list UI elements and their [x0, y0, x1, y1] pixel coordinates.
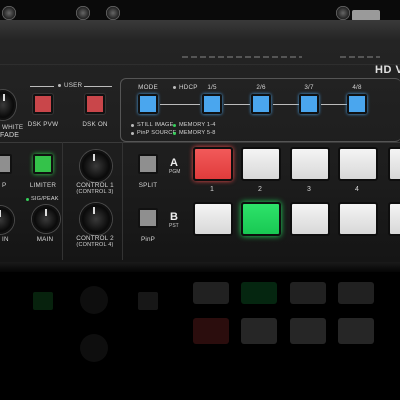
panel-divider — [0, 64, 400, 65]
pst-3-button[interactable] — [290, 202, 330, 236]
dsk-pvw-label: DSK PVW — [27, 121, 59, 128]
row-b-letter: B — [170, 211, 178, 223]
section-divider-vertical — [122, 142, 123, 260]
reflection-green — [241, 282, 277, 304]
reflection-red — [193, 318, 229, 344]
row-b-sub: PST — [169, 223, 179, 229]
memory-1-4-label: MEMORY 1-4 — [179, 122, 216, 128]
audio-input-label: IN — [2, 236, 9, 243]
vent-grille — [182, 56, 302, 58]
reflection-white — [290, 282, 326, 304]
user-title: USER — [64, 82, 83, 89]
mode-label: MODE — [138, 84, 158, 91]
pgm-4-button[interactable] — [338, 147, 378, 181]
limiter-button[interactable] — [33, 154, 53, 174]
sig-peak-label: SIG/PEAK — [31, 196, 59, 202]
memory-rule — [160, 104, 200, 105]
memory-2-6-label: 2/6 — [256, 84, 266, 91]
reflection-grey — [138, 292, 158, 310]
channel-4-label: 4 — [354, 186, 360, 193]
main-label: MAIN — [36, 236, 54, 243]
dsk-on-button[interactable] — [85, 94, 105, 114]
control-2-label: CONTROL 2 — [76, 235, 114, 242]
split-label: SPLIT — [138, 182, 158, 189]
fade-label: FADE — [0, 132, 20, 139]
rear-jack — [336, 6, 350, 20]
pst-1-button[interactable] — [193, 202, 233, 236]
channel-2-label: 2 — [257, 186, 263, 193]
reflection-green-small — [33, 292, 53, 310]
row-a-letter: A — [170, 157, 178, 169]
memory-5-8-label: MEMORY 5-8 — [179, 130, 216, 136]
hdcp-indicator — [173, 86, 176, 89]
pst-4-button[interactable] — [338, 202, 378, 236]
reflection-white — [241, 318, 277, 344]
pinp-button[interactable] — [138, 208, 158, 228]
memory-4-8-button[interactable] — [347, 94, 367, 114]
pinp-source-label: PinP SOURCE — [137, 130, 177, 136]
pgm-2-button[interactable] — [241, 147, 281, 181]
audio-left-label: P — [2, 182, 7, 189]
control-1-label: CONTROL 1 — [76, 182, 114, 189]
memory-5-8-indicator — [173, 132, 176, 135]
front-edge — [0, 262, 400, 272]
memory-3-7-label: 3/7 — [304, 84, 314, 91]
reflection-white — [338, 318, 374, 344]
rear-jack — [2, 6, 16, 20]
memory-3-7-button[interactable] — [299, 94, 319, 114]
hdcp-label: HDCP — [179, 84, 198, 91]
memory-1-5-button[interactable] — [202, 94, 222, 114]
pst-2-button[interactable] — [241, 202, 281, 236]
still-image-label: STILL IMAGE — [137, 122, 174, 128]
channel-3-label: 3 — [306, 186, 312, 193]
reflection-white — [338, 282, 374, 304]
pinp-source-indicator — [131, 132, 134, 135]
audio-button-partial[interactable] — [0, 154, 12, 174]
section-divider — [0, 142, 400, 143]
user-rule — [30, 86, 54, 87]
pst-5-button-partial[interactable] — [388, 202, 400, 236]
control-2-knob[interactable] — [80, 203, 112, 235]
memory-rule — [224, 104, 250, 105]
memory-1-4-indicator — [173, 124, 176, 127]
reflection-white — [193, 282, 229, 304]
model-name: HD V — [375, 64, 400, 76]
row-a-sub: PGM — [169, 169, 181, 175]
dsk-pvw-button[interactable] — [33, 94, 53, 114]
pgm-3-button[interactable] — [290, 147, 330, 181]
reflection-white — [290, 318, 326, 344]
rear-jack — [76, 6, 90, 20]
reflection-knob — [80, 334, 108, 362]
rear-jack — [106, 6, 120, 20]
channel-1-label: 1 — [209, 186, 215, 193]
memory-4-8-label: 4/8 — [352, 84, 362, 91]
limiter-label: LIMITER — [29, 182, 57, 189]
surface-reflection — [0, 282, 400, 400]
rear-panel — [0, 0, 400, 22]
pgm-1-button[interactable] — [193, 147, 233, 181]
mode-button[interactable] — [138, 94, 158, 114]
control-4-label: (CONTROL 4) — [76, 242, 114, 248]
pgm-5-button-partial[interactable] — [388, 147, 400, 181]
switcher-photo: HD V WHITE FADE USER DSK PVW DSK ON MODE… — [0, 0, 400, 400]
still-image-indicator — [131, 124, 134, 127]
sig-peak-indicator — [26, 198, 29, 201]
reflection-knob — [80, 286, 108, 314]
white-label: WHITE — [2, 124, 24, 131]
control-3-label: (CONTROL 3) — [76, 189, 114, 195]
memory-1-5-label: 1/5 — [207, 84, 217, 91]
control-1-knob[interactable] — [80, 150, 112, 182]
main-volume-knob[interactable] — [32, 205, 60, 233]
dsk-on-label: DSK ON — [82, 121, 108, 128]
section-divider-vertical — [62, 142, 63, 260]
split-button[interactable] — [138, 154, 158, 174]
pinp-label: PinP — [140, 236, 156, 243]
memory-rule — [273, 104, 299, 105]
vent-grille — [340, 56, 380, 58]
user-rule — [84, 86, 112, 87]
memory-2-6-button[interactable] — [251, 94, 271, 114]
user-indicator — [58, 84, 61, 87]
memory-rule — [321, 104, 347, 105]
